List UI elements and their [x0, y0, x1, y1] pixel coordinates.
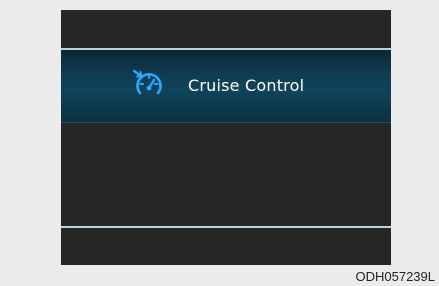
- cruise-control-banner: Cruise Control: [61, 50, 391, 123]
- bottom-divider: [61, 226, 391, 228]
- cruise-control-label: Cruise Control: [188, 76, 305, 95]
- cluster-display: Cruise Control: [61, 10, 391, 265]
- cruise-control-icon: [131, 66, 167, 102]
- figure-code: ODH057239L: [355, 269, 436, 284]
